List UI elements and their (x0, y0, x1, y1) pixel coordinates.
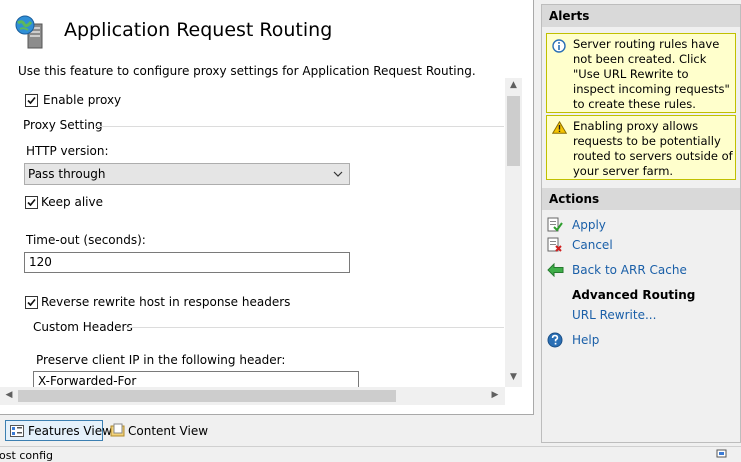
timeout-input[interactable]: 120 (24, 252, 350, 273)
reverse-rewrite-checkbox[interactable] (25, 296, 38, 309)
alert-warning-text: Enabling proxy allows requests to be pot… (573, 119, 733, 178)
preserve-ip-value: X-Forwarded-For (38, 374, 137, 388)
proxy-setting-group-title: Proxy Setting (23, 118, 103, 132)
features-view-label: Features View (28, 424, 112, 438)
cancel-icon (547, 237, 562, 252)
apply-icon (547, 217, 563, 232)
http-version-value: Pass through (28, 167, 106, 181)
group-divider (96, 126, 504, 127)
help-action[interactable]: Help (546, 331, 736, 349)
content-view-label: Content View (128, 424, 209, 438)
feature-description: Use this feature to configure proxy sett… (18, 64, 476, 78)
http-version-select[interactable]: Pass through (24, 163, 350, 185)
horizontal-scroll-thumb[interactable] (18, 390, 396, 402)
scroll-down-arrow-icon[interactable]: ▼ (505, 372, 522, 382)
warning-icon (552, 121, 567, 134)
checkmark-icon (27, 198, 36, 207)
apply-link[interactable]: Apply (572, 218, 606, 232)
keep-alive-checkbox[interactable] (25, 196, 38, 209)
page-title: Application Request Routing (64, 19, 333, 41)
keep-alive-label: Keep alive (41, 195, 103, 209)
arr-server-globe-icon (14, 14, 48, 50)
advanced-routing-heading: Advanced Routing (572, 288, 696, 302)
alerts-header: Alerts (542, 5, 740, 27)
cancel-link[interactable]: Cancel (572, 238, 613, 252)
apply-action[interactable]: Apply (546, 216, 736, 234)
tab-features-view[interactable]: Features View (5, 420, 112, 441)
alert-info: Server routing rules have not been creat… (546, 33, 736, 113)
checkmark-icon (27, 96, 36, 105)
horizontal-scrollbar[interactable]: ◀ ▶ (0, 387, 505, 405)
timeout-label: Time-out (seconds): (26, 233, 146, 247)
vertical-scrollbar[interactable]: ▲ ▼ (505, 78, 522, 387)
chevron-down-icon (333, 171, 343, 177)
cancel-action[interactable]: Cancel (546, 236, 736, 254)
back-action[interactable]: Back to ARR Cache (546, 261, 736, 279)
scroll-left-arrow-icon[interactable]: ◀ (4, 390, 14, 400)
alert-warning: Enabling proxy allows requests to be pot… (546, 115, 736, 180)
custom-headers-group-title: Custom Headers (33, 320, 133, 334)
enable-proxy-checkbox[interactable] (25, 94, 38, 107)
tab-content-view[interactable]: Content View (107, 420, 209, 441)
scroll-up-arrow-icon[interactable]: ▲ (505, 80, 522, 90)
info-icon (552, 39, 566, 53)
http-version-label: HTTP version: (26, 144, 109, 158)
back-arrow-icon (547, 263, 564, 277)
back-to-arr-cache-link[interactable]: Back to ARR Cache (572, 263, 687, 277)
reverse-rewrite-label: Reverse rewrite host in response headers (41, 295, 291, 309)
content-view-icon (110, 423, 125, 437)
url-rewrite-link[interactable]: URL Rewrite... (572, 308, 656, 322)
help-icon (547, 332, 563, 348)
preserve-ip-label: Preserve client IP in the following head… (36, 353, 286, 367)
status-text: lost config (0, 449, 53, 462)
alert-info-text: Server routing rules have not been creat… (573, 37, 730, 111)
actions-pane: Alerts Server routing rules have not bee… (541, 4, 741, 443)
timeout-value: 120 (29, 255, 52, 269)
actions-header: Actions (542, 188, 740, 210)
features-view-icon (10, 425, 24, 437)
checkmark-icon (27, 298, 36, 307)
status-bar: lost config (0, 446, 741, 462)
vertical-scroll-thumb[interactable] (507, 96, 520, 166)
help-link[interactable]: Help (572, 333, 599, 347)
group-divider (126, 327, 504, 328)
enable-proxy-label: Enable proxy (43, 93, 122, 107)
feature-panel: Application Request Routing Use this fea… (0, 0, 534, 415)
scroll-right-arrow-icon[interactable]: ▶ (490, 390, 500, 400)
